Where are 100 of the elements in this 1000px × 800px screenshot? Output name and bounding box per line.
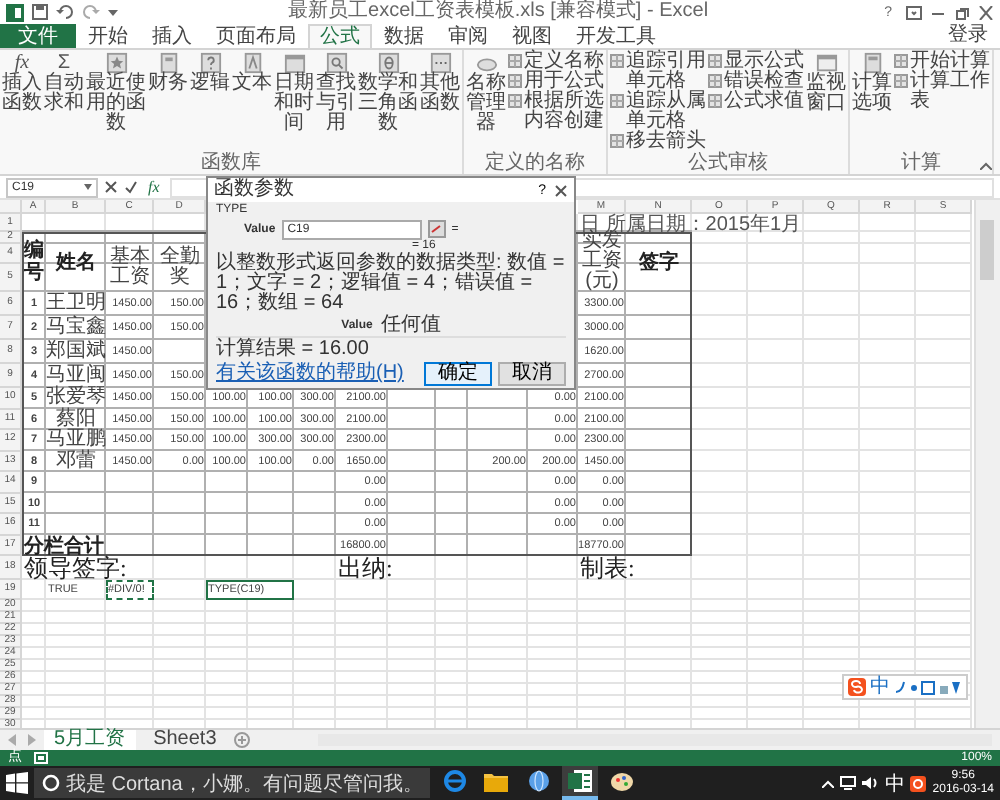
date-label: 日 所属日期：2015年1月 xyxy=(578,214,804,232)
ribbon-button[interactable]: 日期和时间 xyxy=(274,52,314,134)
sogou-logo-icon[interactable] xyxy=(910,775,927,791)
formula-result: 计算结果 = 16.00 xyxy=(216,336,566,360)
spreadsheet-logo-icon[interactable] xyxy=(6,3,24,21)
table-cell: 张爱琴 xyxy=(46,388,106,409)
grid-icon xyxy=(708,94,722,108)
ribbon-button[interactable]: 根据所选内容创建 xyxy=(508,92,604,132)
ribbon-button[interactable]: 移去箭头 xyxy=(610,132,706,152)
ribbon-button[interactable]: 文本 xyxy=(232,52,272,94)
table-cell: 马亚鹏 xyxy=(46,430,106,451)
restore-icon[interactable] xyxy=(954,5,970,19)
toolbar-icons-drawing[interactable] xyxy=(894,679,962,695)
folder-icon xyxy=(484,771,509,791)
undo-icon[interactable] xyxy=(56,4,74,20)
network-icon[interactable] xyxy=(840,776,857,790)
ribbon-tab[interactable]: 开始 xyxy=(76,24,140,48)
grid-icon xyxy=(708,74,722,88)
table-cell-text: 姓名 xyxy=(53,249,98,277)
group-label: 公式审核 xyxy=(688,152,768,174)
signature-label: 制表: xyxy=(578,556,637,580)
ribbon-button[interactable]: 监视窗口 xyxy=(806,52,846,114)
chevron-up-icon[interactable] xyxy=(822,779,835,787)
ribbon-button[interactable]: 显示公式 xyxy=(708,52,804,72)
ribbon-button[interactable]: 财务 xyxy=(148,52,188,94)
grid-icon xyxy=(894,74,908,88)
ribbon-button[interactable]: 公式求值 xyxy=(708,92,804,112)
help-link[interactable]: 有关该函数的帮助(H) xyxy=(216,362,418,384)
ribbon-button[interactable]: 定义名称 xyxy=(508,52,604,72)
caret-icon[interactable] xyxy=(108,8,118,16)
argument-description: 任何值 xyxy=(380,315,441,335)
table-cell-text: 全勤奖 xyxy=(158,244,202,292)
ribbon-tab[interactable]: 视图 xyxy=(500,24,564,48)
ribbon-button[interactable]: 其他函数 xyxy=(420,52,460,114)
dialog-title: 函数参数 xyxy=(214,178,296,202)
speaker-icon[interactable] xyxy=(862,776,879,790)
ribbon-tab[interactable]: 页面布局 xyxy=(204,24,308,48)
ribbon-button[interactable]: 计算选项 xyxy=(852,52,892,114)
save-icon[interactable] xyxy=(32,4,48,20)
signature-label: 领导签字: xyxy=(24,556,129,580)
globe-icon xyxy=(527,770,550,792)
grid-icon xyxy=(708,54,722,68)
function-description: 以整数形式返回参数的数据类型: 数值 = 1；文字 = 2；逻辑值 = 4；错误值 = 16；数组 = 64 xyxy=(216,254,566,314)
close-icon[interactable] xyxy=(978,5,994,19)
dialog-button[interactable]: 取消 xyxy=(498,361,566,385)
ribbon-button[interactable]: 逻辑 xyxy=(190,52,230,94)
sign-in-link[interactable]: 登录 xyxy=(936,24,1000,48)
table-cell-text: 基本工资 xyxy=(108,244,152,292)
table-cell-text: 分栏合计 xyxy=(22,535,104,556)
table-cell-text: 马宝鑫 xyxy=(46,316,106,339)
ribbon-tab[interactable]: 数据 xyxy=(372,24,436,48)
search-box[interactable]: 我是 Cortana，小娜。有问题尽管问我。 xyxy=(34,768,431,798)
ribbon-button[interactable]: 最近使用的函数 xyxy=(86,52,146,134)
ribbon-button[interactable]: Σ 自动求和 xyxy=(44,52,84,114)
grid-icon xyxy=(508,54,522,68)
ribbon-options-icon[interactable] xyxy=(906,5,922,19)
vertical-scrollbar[interactable] xyxy=(974,200,1000,728)
ribbon-button[interactable]: 查找与引用 xyxy=(316,52,356,134)
ribbon-button[interactable]: 数学和三角函数 xyxy=(358,52,418,134)
group-label: 函数库 xyxy=(201,152,261,174)
sheet-tab[interactable]: Sheet3 xyxy=(143,730,227,750)
table-cell-text: 邓蕾 xyxy=(54,451,98,472)
check-icon[interactable] xyxy=(124,180,138,194)
ribbon-button[interactable]: fx 插入函数 xyxy=(2,52,42,114)
insert-function-button[interactable]: fx xyxy=(144,178,164,196)
table-cell-text: 蔡阳 xyxy=(56,409,96,430)
grid-icon xyxy=(508,94,522,108)
ribbon-button[interactable]: 开始计算 xyxy=(894,52,990,72)
ribbon-button[interactable]: 名称管理器 xyxy=(466,52,506,134)
ribbon-tab[interactable]: 公式 xyxy=(308,24,372,48)
macro-record-icon[interactable] xyxy=(34,752,48,764)
ribbon-button[interactable]: 追踪从属单元格 xyxy=(610,92,706,132)
table-cell: 郑国斌 xyxy=(46,340,106,364)
table-cell-text: 实发工资(元) xyxy=(580,232,622,292)
input-mode[interactable]: 中 xyxy=(870,676,890,698)
group-label: 计算 xyxy=(901,152,941,174)
ribbon-button[interactable]: 追踪引用单元格 xyxy=(610,52,706,92)
grid-icon xyxy=(508,74,522,88)
input-language[interactable]: 中 xyxy=(884,769,905,797)
range-picker-icon[interactable] xyxy=(427,220,446,238)
collapse-ribbon-icon[interactable] xyxy=(980,162,992,170)
cancel-icon[interactable] xyxy=(104,180,118,194)
ribbon-button[interactable]: 错误检查 xyxy=(708,72,804,92)
cortana-ring-icon xyxy=(42,774,60,792)
ribbon-button[interactable]: 用于公式 xyxy=(508,72,604,92)
ribbon-tab[interactable]: 文件 xyxy=(0,24,76,48)
sheet-tab[interactable]: 5月工资 xyxy=(44,729,136,751)
ribbon-button[interactable]: 计算工作表 xyxy=(894,72,990,112)
windows-logo-icon[interactable] xyxy=(6,772,28,794)
dialog-button[interactable]: 确定 xyxy=(424,361,492,385)
ribbon-tab[interactable]: 审阅 xyxy=(436,24,500,48)
taskbar-app[interactable] xyxy=(562,766,599,800)
close-icon[interactable] xyxy=(554,183,568,197)
table-cell-text: 编号 xyxy=(22,237,46,288)
table-cell-text: 签字 xyxy=(637,248,681,277)
ribbon-tab[interactable]: 开发工具 xyxy=(564,24,668,48)
caret-icon[interactable] xyxy=(84,184,92,190)
group-label: 定义的名称 xyxy=(485,152,585,174)
ribbon-tab[interactable]: 插入 xyxy=(140,24,204,48)
spreadsheet-app-icon xyxy=(568,770,593,792)
